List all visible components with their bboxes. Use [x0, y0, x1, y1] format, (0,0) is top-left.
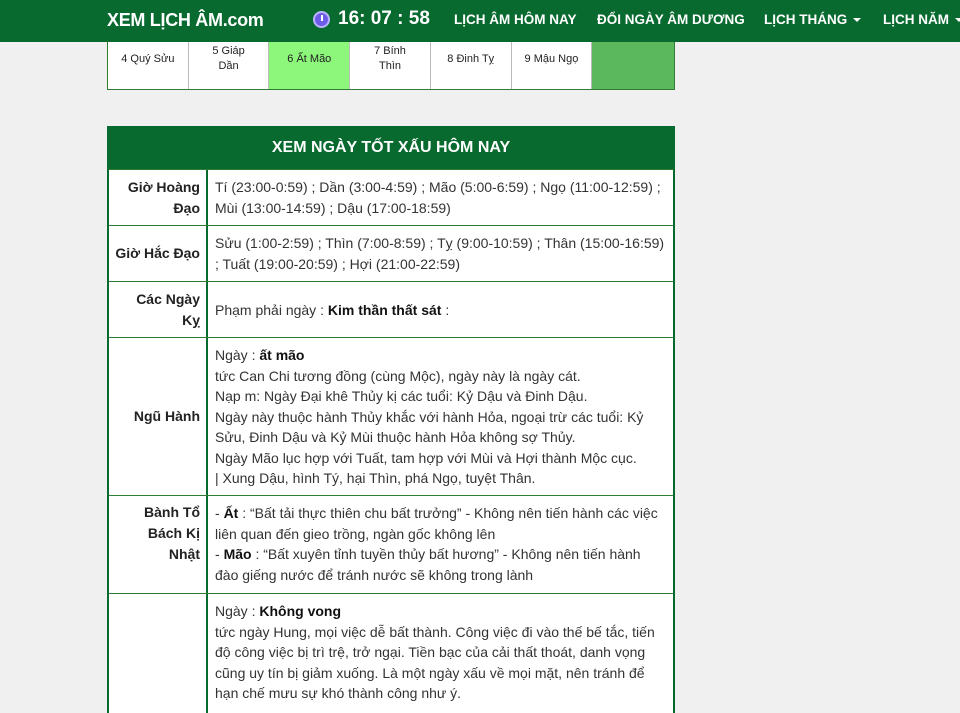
highlight-text: Không vong	[259, 603, 342, 619]
caret-down-icon	[853, 18, 862, 23]
highlight-text: Kim thần thất sát	[327, 301, 442, 318]
site-logo[interactable]: XEM LỊCH ÂM.com	[107, 10, 264, 31]
row-label-cell: Các Ngày Kỵ	[109, 282, 208, 337]
row-label: Ngũ Hành	[133, 408, 200, 424]
text-segment: tức Can Chi tương đồng (cùng Mộc), ngày …	[215, 367, 581, 384]
clock-icon	[313, 10, 330, 28]
highlight-text: Ất	[223, 505, 239, 521]
text-segment: tức ngày Hung, mọi việc dễ bất thành. Cô…	[215, 623, 655, 702]
text-segment: | Xung Dậu, hình Tý, hại Thìn, phá Ngọ, …	[215, 470, 536, 486]
row-label: Giờ Hắc Đạo	[115, 245, 200, 261]
clock-time: 16: 07 : 58	[338, 8, 430, 29]
table-row: Giờ Hoàng Đạo Tí (23:00-0:59) ; Dần (3:00…	[109, 169, 673, 225]
top-header: XEM LỊCH ÂM.com 16: 07 : 58 LỊCH ÂM HÔM …	[0, 0, 960, 42]
text-segment: Ngày Mão lục hợp với Tuất, tam hợp với M…	[215, 449, 637, 466]
nav-label: LỊCH NĂM	[883, 12, 949, 27]
table-row: Giờ Hắc Đạo Sửu (1:00-2:59) ; Thìn (7:00-…	[109, 225, 673, 281]
row-label-cell: Giờ Hoàng Đạo	[109, 170, 208, 225]
text-segment: Ngày :	[215, 603, 260, 619]
row-value: - Ất : “Bất tải thực thiên chu bất trưởn…	[208, 496, 673, 593]
good-bad-day-table: XEM NGÀY TỐT XẤU HÔM NAY Giờ Hoàng Đạo Tí…	[107, 126, 675, 713]
text-segment: :	[441, 301, 450, 318]
nav-lich-thang[interactable]: LỊCH THÁNG	[764, 12, 862, 27]
nav-label: LỊCH ÂM HÔM NAY	[454, 12, 577, 27]
clock: 16: 07 : 58	[313, 8, 430, 30]
row-value: Ngày : ất mão tức Can Chi tương đồng (cùn…	[208, 338, 673, 495]
text-segment: : “Bất xuyên tỉnh tuyền thủy bất hương” …	[215, 546, 641, 583]
value-line: Tí (23:00-0:59) ; Dần (3:00-4:59) ; Mão …	[215, 177, 666, 218]
lunar-day-label: 7 Bính Thìn	[374, 45, 406, 72]
row-label-cell: Bành Tổ Bách Kị Nhật	[109, 496, 208, 593]
row-label: Các Ngày Kỵ	[136, 290, 200, 328]
nav-lich-am-hom-nay[interactable]: LỊCH ÂM HÔM NAY	[454, 12, 577, 27]
table-row: Các Ngày Kỵ Phạm phải ngày : Kim thần thấ…	[109, 281, 673, 337]
value-line: Ngày này thuộc hành Thủy khắc với hành H…	[215, 407, 666, 448]
value-line: Nạp m: Ngày Đại khê Thủy kị các tuổi: Kỷ…	[215, 386, 666, 407]
text-segment: Sửu (1:00-2:59) ; Thìn (7:00-8:59) ; Tỵ …	[215, 235, 665, 272]
text-segment: Tí (23:00-0:59) ; Dần (3:00-4:59) ; Mão …	[215, 179, 661, 216]
row-value: Ngày : Không vong tức ngày Hung, mọi việc…	[208, 594, 673, 713]
nav-lich-nam[interactable]: LỊCH NĂM	[883, 12, 960, 27]
row-label-cell: Ngũ Hành	[109, 338, 208, 495]
lunar-day-label: 8 Đinh Tỵ	[447, 53, 495, 65]
lunar-day-label: 5 Giáp Dần	[212, 45, 245, 72]
row-value: Sửu (1:00-2:59) ; Thìn (7:00-8:59) ; Tỵ …	[208, 226, 673, 281]
text-segment: -	[215, 546, 224, 562]
row-label: Giờ Hoàng Đạo	[127, 178, 200, 216]
nav-label: LỊCH THÁNG	[764, 12, 848, 27]
lunar-day-label: 9 Mậu Ngọ	[524, 53, 579, 65]
value-line: - Mão : “Bất xuyên tỉnh tuyền thủy bất h…	[215, 544, 666, 585]
row-label-cell: Giờ Hắc Đạo	[109, 226, 208, 281]
text-segment: : “Bất tải thực thiên chu bất trưởng” - …	[215, 505, 658, 542]
caret-down-icon	[955, 18, 960, 23]
value-line: Sửu (1:00-2:59) ; Thìn (7:00-8:59) ; Tỵ …	[215, 233, 666, 274]
value-line: tức ngày Hung, mọi việc dễ bất thành. Cô…	[215, 622, 666, 704]
value-line: | Xung Dậu, hình Tý, hại Thìn, phá Ngọ, …	[215, 468, 666, 489]
text-segment: -	[215, 505, 224, 521]
nav-doi-ngay[interactable]: ĐỔI NGÀY ÂM DƯƠNG	[597, 12, 745, 27]
value-line: Ngày Mão lục hợp với Tuất, tam hợp với M…	[215, 448, 666, 469]
text-segment: Nạp m: Ngày Đại khê Thủy kị các tuổi: Kỷ…	[215, 388, 588, 404]
table-row: Ngũ Hành Ngày : ất mão tức Can Chi tương đ…	[109, 337, 673, 495]
table-row: Bành Tổ Bách Kị Nhật - Ất : “Bất tải thực…	[109, 495, 673, 593]
table-title: XEM NGÀY TỐT XẤU HÔM NAY	[109, 128, 673, 169]
nav-label: ĐỔI NGÀY ÂM DƯƠNG	[597, 12, 745, 27]
table-row: Ngày : Không vong tức ngày Hung, mọi việc…	[109, 593, 673, 713]
value-line: tức Can Chi tương đồng (cùng Mộc), ngày …	[215, 366, 666, 387]
text-segment: Phạm phải ngày :	[215, 301, 328, 318]
row-value: Phạm phải ngày : Kim thần thất sát :	[208, 282, 673, 337]
value-line: Ngày : ất mão	[215, 345, 666, 366]
lunar-day-label: 4 Quý Sửu	[121, 53, 175, 65]
highlight-text: ất mão	[259, 347, 305, 363]
value-line: Phạm phải ngày : Kim thần thất sát :	[215, 300, 449, 321]
row-label-cell	[109, 594, 208, 713]
text-segment: Ngày này thuộc hành Thủy khắc với hành H…	[215, 408, 644, 446]
value-line: Ngày : Không vong	[215, 601, 666, 622]
row-label: Bành Tổ Bách Kị Nhật	[144, 504, 200, 562]
lunar-day-label: 6 Ất Mão	[287, 53, 332, 65]
highlight-text: Mão	[223, 546, 252, 562]
value-line: - Ất : “Bất tải thực thiên chu bất trưởn…	[215, 503, 666, 544]
text-segment: Ngày :	[215, 347, 260, 363]
row-value: Tí (23:00-0:59) ; Dần (3:00-4:59) ; Mão …	[208, 170, 673, 225]
